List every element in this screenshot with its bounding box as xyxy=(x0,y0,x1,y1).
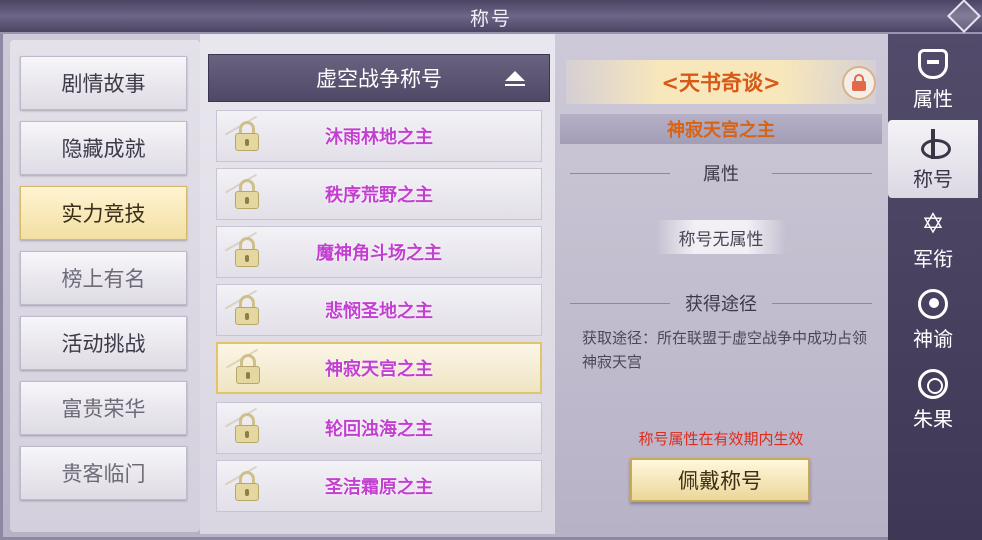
title-list-item[interactable]: 悲悯圣地之主 xyxy=(216,284,542,336)
attribute-section-header: 属性 xyxy=(560,160,882,186)
acquire-description: 获取途径：所在联盟于虚空战争中成功占领神寂天宫 xyxy=(582,329,868,371)
lock-icon xyxy=(224,173,270,215)
title-group-label: 虚空战争称号 xyxy=(316,67,442,91)
title-detail-panel: <天书奇谈> 神寂天宫之主 属性 称号无属性 获得途径 获取途径：所在联盟于虚空… xyxy=(556,50,886,534)
window-title: 称号 xyxy=(469,8,512,30)
nav-tab-rank[interactable]: ✡ 军衔 xyxy=(888,200,978,278)
title-item-name: 悲悯圣地之主 xyxy=(325,301,433,322)
nav-tab-titles[interactable]: 称号 xyxy=(888,120,978,198)
title-item-name: 圣洁霜原之主 xyxy=(325,477,433,498)
moon-icon xyxy=(918,289,948,319)
title-list-item[interactable]: 圣洁霜原之主 xyxy=(216,460,542,512)
category-tab-hidden[interactable]: 隐藏成就 xyxy=(20,121,187,175)
effect-notice: 称号属性在有效期内生效 xyxy=(638,430,804,448)
title-item-name: 沐雨林地之主 xyxy=(325,127,433,148)
lock-icon xyxy=(224,407,270,449)
title-item-name: 魔神角斗场之主 xyxy=(316,243,442,264)
nav-tab-label: 称号 xyxy=(913,167,953,191)
lock-icon xyxy=(225,348,271,390)
nav-tab-label: 朱果 xyxy=(913,407,953,431)
nav-tab-fruit[interactable]: 朱果 xyxy=(888,360,978,438)
title-item-name: 轮回浊海之主 xyxy=(325,419,433,440)
nav-tab-attributes[interactable]: 属性 xyxy=(888,40,978,118)
category-tab-event[interactable]: 活动挑战 xyxy=(20,316,187,370)
title-bar: 称号 xyxy=(0,0,982,34)
nav-tab-label: 属性 xyxy=(913,87,953,111)
lock-icon xyxy=(224,289,270,331)
unlock-icon[interactable] xyxy=(842,66,876,100)
lock-icon xyxy=(224,231,270,273)
title-list-item[interactable]: 沐雨林地之主 xyxy=(216,110,542,162)
title-list-item[interactable]: 秩序荒野之主 xyxy=(216,168,542,220)
star-icon: ✡ xyxy=(921,207,945,240)
category-tab-guest[interactable]: 贵客临门 xyxy=(20,446,187,500)
category-column: 剧情故事 隐藏成就 实力竞技 榜上有名 活动挑战 富贵荣华 贵客临门 xyxy=(10,40,200,532)
collapse-bar-icon xyxy=(505,84,525,86)
title-group-header[interactable]: 虚空战争称号 xyxy=(208,54,550,102)
category-tab-story[interactable]: 剧情故事 xyxy=(20,56,187,110)
title-list-item-selected[interactable]: 神寂天宫之主 xyxy=(216,342,542,394)
mask-icon xyxy=(918,49,948,79)
fruit-icon xyxy=(918,369,948,399)
category-tab-wealth[interactable]: 富贵荣华 xyxy=(20,381,187,435)
title-list-item[interactable]: 轮回浊海之主 xyxy=(216,402,542,454)
title-item-name: 秩序荒野之主 xyxy=(325,185,433,206)
title-list-item[interactable]: 魔神角斗场之主 xyxy=(216,226,542,278)
sword-icon xyxy=(918,129,951,159)
attribute-value: 称号无属性 xyxy=(656,220,786,254)
title-item-name: 神寂天宫之主 xyxy=(325,359,433,380)
source-banner: <天书奇谈> xyxy=(566,60,876,104)
collapse-arrow-icon xyxy=(505,71,525,81)
right-nav: 属性 称号 ✡ 军衔 神谕 朱果 xyxy=(888,34,982,540)
category-tab-competition[interactable]: 实力竞技 xyxy=(20,186,187,240)
nav-tab-oracle[interactable]: 神谕 xyxy=(888,280,978,358)
lock-icon xyxy=(224,115,270,157)
acquire-section-header: 获得途径 xyxy=(560,290,882,316)
lock-icon xyxy=(224,465,270,507)
nav-tab-label: 神谕 xyxy=(913,327,953,351)
nav-tab-label: 军衔 xyxy=(913,247,953,271)
selected-title-name: 神寂天宫之主 xyxy=(560,114,882,144)
category-tab-ranking[interactable]: 榜上有名 xyxy=(20,251,187,305)
wear-title-button[interactable]: 佩戴称号 xyxy=(630,458,810,502)
title-list-panel: 虚空战争称号 沐雨林地之主 秩序荒野之主 魔神角斗场之主 悲悯圣地之主 神寂天宫… xyxy=(200,34,555,534)
